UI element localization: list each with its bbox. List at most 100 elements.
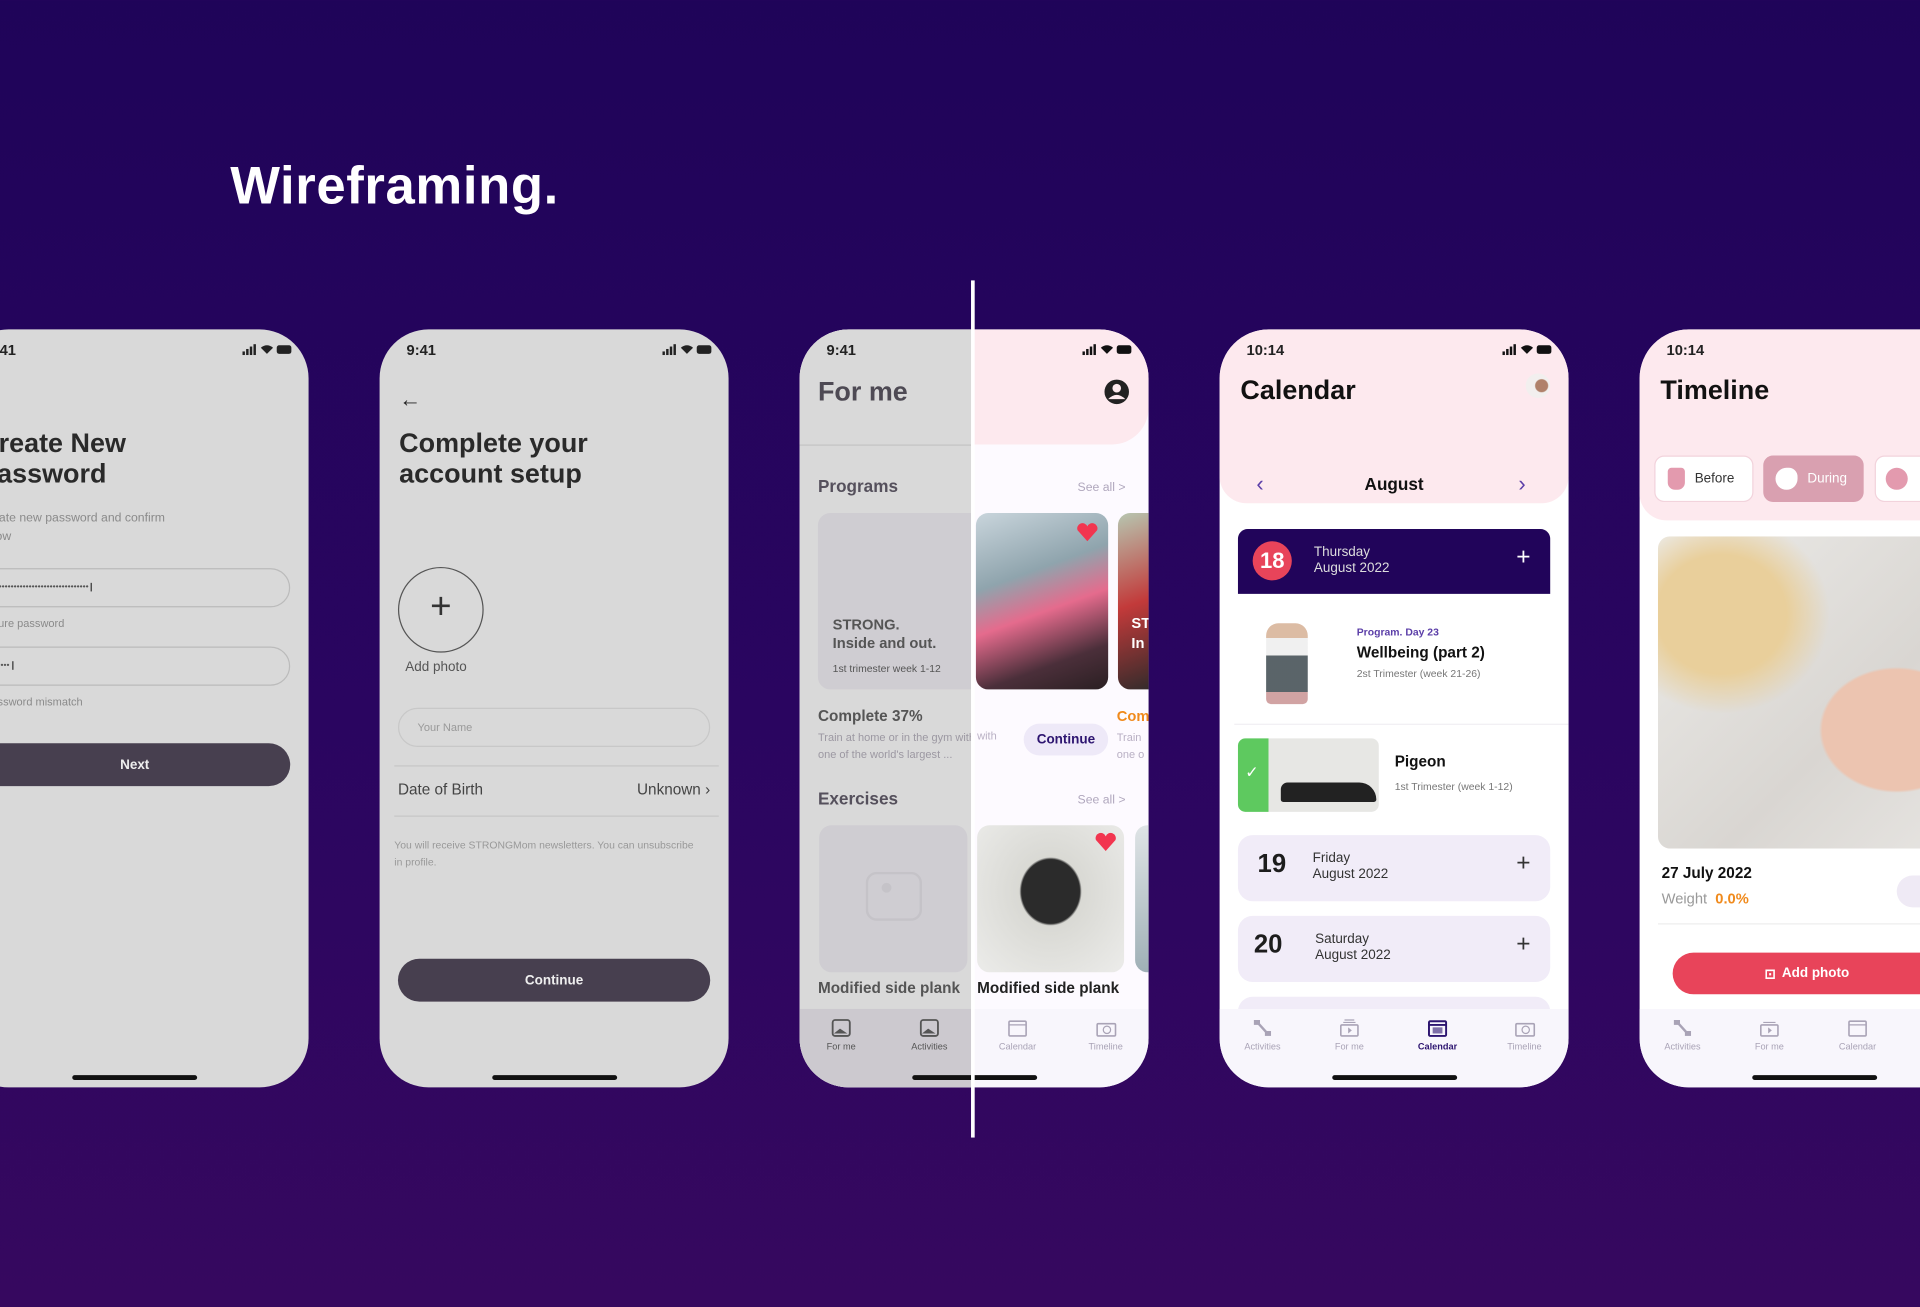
dob-label: Date of Birth [397,781,484,799]
tab-calendar[interactable]: Calendar [981,1019,1054,1052]
selected-day-card[interactable]: 18 Thursday August 2022 + [1237,528,1551,594]
continue-button[interactable]: Continue [1023,723,1109,756]
add-plus-icon[interactable]: + [1516,932,1530,956]
favorite-heart-icon[interactable] [1076,523,1098,542]
add-photo-button[interactable]: ⊡ Add photo [1672,952,1920,995]
phone-account-setup: 9:41 ← Complete your account setup + Add … [379,329,729,1088]
image-icon [831,1019,851,1037]
phone-calendar: 10:14 Calendar ‹ August › 18 Thursday Aug… [1219,329,1569,1088]
button-label: Add photo [1781,966,1850,981]
chip-after[interactable] [1874,455,1920,503]
month-year: August 2022 [1312,866,1389,882]
name-input[interactable]: Your Name [397,707,711,747]
tab-timeline[interactable]: Timeline [1069,1019,1142,1052]
programs-see-all-link[interactable]: See all > [1078,481,1126,494]
tab-for-me[interactable]: For me [804,1019,877,1052]
tab-activities[interactable]: Activities [1226,1019,1299,1052]
profile-icon[interactable] [1103,378,1130,405]
title-line: account setup [399,457,582,489]
continue-button[interactable]: Continue [397,958,711,1002]
add-photo-button[interactable]: + [397,566,484,653]
program-desc: Train at home or in the gym with [817,731,975,744]
program-card-photo[interactable]: ST In [1117,513,1149,690]
next-button[interactable]: Next [0,743,291,787]
weight-value: 0.0% [1715,890,1749,908]
chip-before[interactable]: Before [1654,455,1754,503]
exercise-name: Modified side plank [977,979,1120,997]
peek-text: In [1131,634,1145,652]
completed-item[interactable]: ✓ [1237,738,1379,812]
back-arrow-icon[interactable]: ← [0,388,1,414]
edit-weight-button[interactable] [1896,875,1920,908]
chip-label: During [1807,471,1848,487]
tab-label: Timeline [1088,1040,1123,1052]
comparison-divider[interactable] [971,280,975,1138]
program-desc: one of the world's largest ... [817,748,953,761]
tab-activities[interactable]: Activities [893,1019,966,1052]
avatar[interactable] [1525,373,1551,398]
tab-label: For me [1754,1040,1784,1052]
exercise-card-photo[interactable] [977,825,1125,973]
day-card[interactable]: 19 Friday August 2022 + [1237,835,1551,902]
chip-during[interactable]: During [1763,455,1864,503]
tab-activities[interactable]: Activities [1646,1019,1719,1052]
favorite-heart-icon[interactable] [1095,832,1117,852]
newsletter-disclaimer: You will receive STRONGMom newsletters. … [394,838,694,869]
calendar-icon [1848,1020,1867,1037]
timeline-photo[interactable] [1657,536,1920,849]
dob-row[interactable]: Date of Birth Unknown › [398,781,710,798]
home-indicator [71,1075,197,1081]
tab-timeline[interactable]: Timeline [1488,1019,1561,1052]
add-plus-icon[interactable]: + [1516,545,1530,569]
tab-label: Activities [1664,1040,1701,1052]
day-number: 19 [1257,849,1287,878]
back-arrow-icon[interactable]: ← [399,387,421,413]
screen-title: For me [817,375,908,407]
dumbbell-icon [1253,1020,1272,1036]
image-placeholder-icon [865,871,923,921]
add-plus-icon[interactable]: + [1516,851,1530,875]
confirm-value: •••• [0,661,10,670]
status-icons [662,344,712,356]
exercise-name: Modified side plank [817,979,961,997]
progress-label: Complete 37% [817,707,923,725]
month-label: August [1364,473,1424,494]
program-item[interactable]: Program. Day 23 Wellbeing (part 2) 2st T… [1357,626,1485,680]
status-time: 10:14 [1666,341,1705,359]
day-card[interactable]: 20 Saturday August 2022 + [1237,915,1551,983]
status-icons [242,344,292,356]
tab-calendar[interactable]: Calendar [1401,1019,1474,1052]
tab-calendar[interactable]: Calendar [1821,1019,1894,1052]
screen-title: Timeline [1660,374,1770,406]
home-indicator [1331,1075,1457,1081]
tab-for-me[interactable]: For me [1313,1019,1386,1052]
add-photo-label: Add photo [405,660,467,675]
image-icon [919,1019,939,1037]
month-year: August 2022 [1313,560,1390,576]
add-photo-camera-icon: ⊡ [1764,966,1776,982]
password-input[interactable]: •••••••••••••••••••••••••••••••• [0,568,291,608]
divider [1234,723,1569,725]
phone-create-password: 9:41 ← Create NewPassword Create new pas… [0,329,309,1088]
tab-label: Timeline [1507,1040,1542,1052]
exercises-see-all-link[interactable]: See all > [1078,793,1126,806]
exercise-card-photo[interactable] [1135,825,1149,973]
dob-value: Unknown [637,781,701,799]
weekday: Saturday [1315,931,1370,947]
tab-label: Calendar [998,1040,1037,1052]
status-icons [1082,344,1132,356]
status-icons [1502,344,1552,356]
confirm-password-input[interactable]: •••• [0,646,291,686]
chevron-right-icon: › [705,781,711,799]
next-month-button[interactable]: › [1518,471,1525,497]
page-title: Wireframing. [230,156,559,216]
section-exercises: Exercises [817,788,899,809]
status-time: 9:41 [826,341,856,359]
exercise-thumbnail [1280,782,1377,803]
exercise-card-placeholder[interactable] [819,825,968,973]
program-card-photo[interactable] [975,513,1109,690]
home-indicator [491,1075,617,1081]
tab-for-me[interactable]: For me [1733,1019,1806,1052]
home-indicator [1751,1075,1877,1081]
password-hint: Secure password [0,617,65,630]
